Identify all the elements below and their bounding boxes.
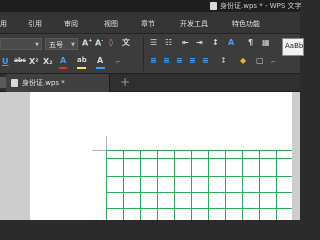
- tab-document[interactable]: 身份证.wps *: [6, 74, 110, 92]
- line-spacing-icon[interactable]: ↕: [212, 39, 219, 47]
- grid-line: [106, 192, 292, 193]
- font-size-value: 五号: [49, 41, 63, 49]
- distribute-icon[interactable]: ≡: [202, 57, 209, 65]
- highlight-swatch: [77, 67, 86, 69]
- menu-item-special-features[interactable]: 特色功能: [232, 19, 260, 29]
- style-preview-normal: AaBb: [285, 42, 304, 50]
- numbering-icon[interactable]: ☷: [165, 39, 172, 47]
- font-name-select[interactable]: ▼: [0, 38, 42, 50]
- margin-corner-mark: [92, 150, 106, 151]
- bullets-icon[interactable]: ☰: [150, 39, 157, 47]
- menu-item-references[interactable]: 引用: [28, 19, 42, 29]
- align-left-icon[interactable]: ≡: [150, 57, 157, 65]
- new-tab-button[interactable]: +: [120, 75, 130, 89]
- dialog-launcher-icon[interactable]: ⌐: [116, 60, 121, 66]
- font-size-select[interactable]: 五号 ▼: [45, 38, 78, 50]
- window-title: 身份证.wps * - WPS 文字: [220, 2, 302, 10]
- superscript-icon[interactable]: X²: [29, 58, 39, 66]
- fill-color-icon[interactable]: ◆: [240, 57, 246, 65]
- grid-line: [242, 150, 243, 220]
- shading-icon[interactable]: A: [97, 57, 103, 65]
- grid-line: [225, 150, 226, 220]
- grow-font-icon[interactable]: A+: [82, 39, 92, 48]
- table-icon[interactable]: ▦: [262, 39, 270, 47]
- document-icon: [210, 2, 217, 10]
- highlight-icon[interactable]: ab: [77, 57, 87, 64]
- align-right-icon[interactable]: ≡: [176, 57, 183, 65]
- justify-icon[interactable]: ≡: [189, 57, 196, 65]
- chevron-down-icon: ▼: [35, 42, 39, 48]
- grid-line: [259, 150, 260, 220]
- grid-line: [106, 176, 292, 177]
- separator: [143, 37, 144, 71]
- clear-format-icon[interactable]: ◊: [109, 39, 113, 47]
- menu-bar: 用 引用 审阅 视图 章节 开发工具 特色功能: [0, 12, 300, 34]
- grid-line: [140, 150, 141, 220]
- menu-item-review[interactable]: 审阅: [64, 19, 78, 29]
- show-marks-icon[interactable]: ¶: [248, 39, 253, 47]
- grid-line: [106, 208, 292, 209]
- increase-indent-icon[interactable]: ⇥: [196, 39, 203, 47]
- grid-line: [106, 150, 292, 151]
- line-spacing-dropdown-icon[interactable]: ↕: [220, 57, 227, 65]
- document-workspace: [0, 92, 300, 220]
- font-color-swatch: [59, 67, 67, 69]
- ribbon-toolbar: ▼ 五号 ▼ A+ A- ◊ 文 ☰ ☷ ⇤ ⇥ ↕ A ¶ ▦ AaBb U …: [0, 34, 304, 74]
- subscript-icon[interactable]: X₂: [43, 58, 53, 66]
- grid-line: [276, 150, 277, 220]
- menu-item-view[interactable]: 视图: [104, 19, 118, 29]
- borders-icon[interactable]: ▢: [256, 57, 264, 65]
- grid-line: [123, 150, 124, 220]
- margin-corner-mark: [106, 136, 107, 150]
- grid-line: [106, 158, 292, 159]
- decrease-indent-icon[interactable]: ⇤: [182, 39, 189, 47]
- align-center-icon[interactable]: ≡: [163, 57, 170, 65]
- strikethrough-icon[interactable]: abc: [14, 58, 26, 64]
- grid-line: [174, 150, 175, 220]
- grid-line: [106, 150, 107, 220]
- grid-line: [208, 150, 209, 220]
- document-icon: [11, 79, 18, 87]
- phonetic-guide-icon[interactable]: 文: [122, 39, 130, 47]
- dialog-launcher-icon[interactable]: ⌐: [271, 60, 276, 66]
- grid-line: [157, 150, 158, 220]
- menu-item-developer-tools[interactable]: 开发工具: [180, 19, 208, 29]
- style-gallery[interactable]: AaBb: [282, 38, 304, 56]
- shrink-font-icon[interactable]: A-: [95, 39, 103, 48]
- title-bar: 身份证.wps * - WPS 文字: [0, 0, 302, 12]
- font-color-icon[interactable]: A: [60, 57, 66, 65]
- menu-item-layout[interactable]: 用: [0, 19, 7, 29]
- green-grid-table[interactable]: [106, 150, 292, 220]
- document-tab-bar: 身份证.wps * +: [0, 74, 300, 92]
- tab-label: 身份证.wps *: [22, 79, 65, 87]
- underline-icon[interactable]: U: [2, 58, 9, 66]
- grid-line: [191, 150, 192, 220]
- shading-swatch: [96, 67, 105, 69]
- menu-item-section[interactable]: 章节: [141, 19, 155, 29]
- document-page[interactable]: [30, 92, 292, 220]
- text-direction-icon[interactable]: A: [228, 39, 234, 47]
- chevron-down-icon: ▼: [71, 42, 75, 48]
